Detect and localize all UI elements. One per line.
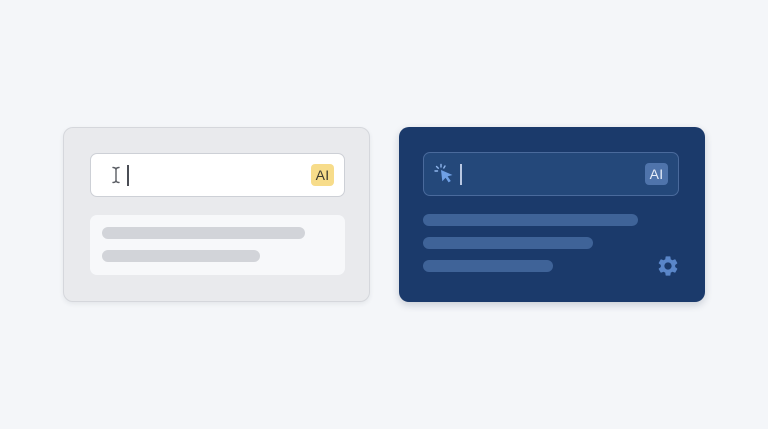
click-pointer-icon — [434, 163, 453, 183]
text-caret — [460, 164, 462, 185]
text-caret — [127, 165, 129, 186]
text-cursor-icon — [112, 166, 120, 184]
results-area — [90, 215, 345, 275]
placeholder-line — [102, 250, 260, 262]
placeholder-line — [102, 227, 305, 239]
light-panel: AI — [63, 127, 370, 302]
gear-icon[interactable] — [656, 254, 680, 278]
placeholder-line — [423, 237, 593, 249]
placeholder-line — [423, 214, 638, 226]
ai-badge[interactable]: AI — [311, 164, 334, 186]
search-input[interactable]: AI — [90, 153, 345, 197]
placeholder-line — [423, 260, 553, 272]
search-input[interactable]: AI — [423, 152, 679, 196]
dark-panel: AI — [399, 127, 705, 302]
ai-badge[interactable]: AI — [645, 163, 668, 185]
